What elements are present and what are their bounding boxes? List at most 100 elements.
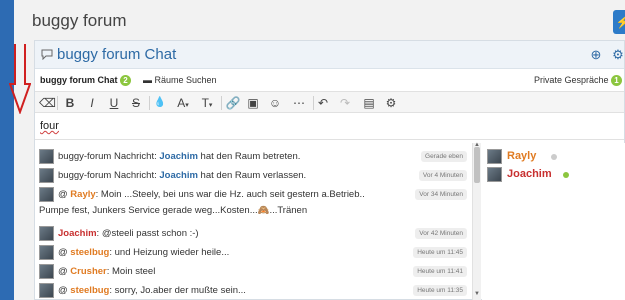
message-text: @ steelbug: sorry, Jo.aber der mußte sei… bbox=[58, 285, 246, 296]
user-name[interactable]: Rayly bbox=[507, 150, 536, 162]
message-text: @ steelbug: und Heizung wieder heile... bbox=[58, 247, 229, 258]
scroll-thumb[interactable] bbox=[474, 147, 480, 183]
lightning-button[interactable]: ⚡ bbox=[613, 10, 625, 34]
message-text: buggy-forum Nachricht: Joachim hat den R… bbox=[58, 170, 306, 181]
lightning-icon: ⚡ bbox=[615, 15, 625, 29]
link-icon[interactable]: 🔗 bbox=[225, 95, 241, 111]
message-body: hat den Raum betreten. bbox=[197, 151, 301, 162]
avatar bbox=[39, 245, 54, 260]
user-link[interactable]: Rayly bbox=[70, 189, 95, 200]
message-body: : Moin steel bbox=[106, 266, 156, 277]
message-prefix: @ bbox=[58, 247, 71, 258]
message-prefix: buggy-forum Nachricht: bbox=[58, 151, 160, 162]
room-user-count-badge: 2 bbox=[120, 75, 132, 87]
image-icon[interactable]: ▣ bbox=[245, 95, 261, 111]
tab-private-chats-label: Private Gespräche bbox=[533, 75, 609, 85]
more-options-icon[interactable]: ⋯ bbox=[289, 95, 309, 111]
message-prefix: @ bbox=[58, 266, 71, 277]
avatar bbox=[39, 226, 54, 241]
message-body-line2: Pumpe fest, Junkers Service gerade weg..… bbox=[39, 205, 308, 216]
tab-current-room-label: buggy forum Chat bbox=[40, 75, 118, 85]
editor-toolbar: ⌫ B I U S 💧 A▾ T▾ 🔗 ▣ ☺ ⋯ ↶ ↷ ▤ ⚙ bbox=[35, 91, 624, 113]
redo-button[interactable]: ↷ bbox=[337, 95, 353, 111]
toolbar-divider bbox=[221, 96, 222, 110]
timestamp: Vor 42 Minuten bbox=[415, 228, 467, 239]
message-text: @ Rayly: Moin ...Steely, bei uns war die… bbox=[58, 189, 365, 200]
avatar bbox=[39, 149, 54, 164]
timestamp: Heute um 11:41 bbox=[413, 266, 467, 277]
status-dot-icon bbox=[551, 154, 557, 160]
gear-icon[interactable]: ⚙ bbox=[383, 95, 399, 111]
message-body: : @steeli passt schon :-) bbox=[96, 228, 199, 239]
tab-search-rooms-label: Räume Suchen bbox=[154, 75, 217, 85]
scroll-down-icon[interactable]: ▼ bbox=[474, 291, 480, 297]
underline-button[interactable]: U bbox=[107, 95, 121, 111]
avatar bbox=[487, 149, 502, 164]
tab-current-room[interactable]: buggy forum Chat 2 bbox=[40, 75, 132, 87]
help-icon[interactable]: ⊕ bbox=[588, 47, 604, 63]
private-count-badge: 1 bbox=[611, 75, 622, 87]
avatar bbox=[487, 167, 502, 182]
message-body: : Moin ...Steely, bei uns war die Hz. au… bbox=[95, 189, 365, 200]
eraser-icon[interactable]: ⌫ bbox=[39, 95, 56, 111]
editor-input-text[interactable]: four bbox=[40, 120, 59, 132]
save-draft-icon[interactable]: ▤ bbox=[359, 95, 379, 111]
italic-button[interactable]: I bbox=[85, 95, 99, 111]
chat-header: buggy forum Chat ⊕ ⚙ bbox=[35, 41, 624, 69]
user-link[interactable]: Joachim bbox=[58, 228, 97, 239]
chat-title: buggy forum Chat bbox=[57, 46, 177, 63]
font-size-button[interactable]: T▾ bbox=[197, 95, 217, 111]
avatar bbox=[39, 283, 54, 298]
message-scrollbar[interactable]: ▲ ▼ bbox=[472, 142, 481, 300]
font-icon[interactable]: 💧 bbox=[153, 95, 167, 111]
message-text: buggy-forum Nachricht: Joachim hat den R… bbox=[58, 151, 300, 162]
message-text: Joachim: @steeli passt schon :-) bbox=[58, 228, 199, 239]
message-body: hat den Raum verlassen. bbox=[197, 170, 307, 181]
user-list: Rayly Joachim bbox=[482, 143, 625, 300]
user-link[interactable]: Joachim bbox=[159, 151, 198, 162]
message-text: @ Crusher: Moin steel bbox=[58, 266, 155, 277]
status-dot-icon bbox=[563, 172, 569, 178]
list-item: @ steelbug: sorry, Jo.aber der mußte sei… bbox=[39, 281, 467, 300]
avatar bbox=[39, 187, 54, 202]
toolbar-divider bbox=[57, 96, 58, 110]
message-editor[interactable]: four bbox=[35, 114, 624, 140]
tab-search-rooms[interactable]: ▬ Räume Suchen bbox=[143, 75, 217, 85]
message-body: : sorry, Jo.aber der mußte sein... bbox=[109, 285, 246, 296]
list-item: @ Rayly: Moin ...Steely, bei uns war die… bbox=[39, 185, 467, 225]
message-prefix: @ bbox=[58, 189, 71, 200]
toolbar-divider bbox=[149, 96, 150, 110]
folder-icon: ▬ bbox=[143, 75, 152, 85]
user-link[interactable]: Crusher bbox=[70, 266, 106, 277]
text-color-button[interactable]: A▾ bbox=[173, 95, 193, 111]
annotation-arrow-icon bbox=[9, 44, 31, 114]
message-prefix: buggy-forum Nachricht: bbox=[58, 170, 160, 181]
avatar bbox=[39, 168, 54, 183]
chat-panel: buggy forum Chat ⊕ ⚙ buggy forum Chat 2 … bbox=[34, 40, 625, 300]
strike-button[interactable]: S bbox=[129, 95, 143, 111]
message-prefix: @ bbox=[58, 285, 71, 296]
toolbar-divider bbox=[313, 96, 314, 110]
page-title: buggy forum bbox=[32, 11, 127, 30]
timestamp: Heute um 11:35 bbox=[413, 285, 467, 296]
smiley-icon[interactable]: ☺ bbox=[267, 95, 283, 111]
chevron-down-icon: ▾ bbox=[208, 102, 213, 109]
settings-icon[interactable]: ⚙ bbox=[610, 47, 625, 63]
message-list: buggy-forum Nachricht: Joachim hat den R… bbox=[35, 143, 471, 300]
message-body: : und Heizung wieder heile... bbox=[109, 247, 230, 258]
chat-tabs: buggy forum Chat 2 ▬ Räume Suchen Privat… bbox=[35, 71, 624, 89]
avatar bbox=[39, 264, 54, 279]
user-link[interactable]: Joachim bbox=[159, 170, 198, 181]
timestamp: Vor 34 Minuten bbox=[415, 189, 467, 200]
user-link[interactable]: steelbug bbox=[70, 247, 109, 258]
user-name[interactable]: Joachim bbox=[507, 168, 552, 180]
undo-button[interactable]: ↶ bbox=[315, 95, 331, 111]
tab-private-chats[interactable]: Private Gespräche 1 bbox=[533, 75, 622, 87]
timestamp: Gerade eben bbox=[421, 151, 467, 162]
user-link[interactable]: steelbug bbox=[70, 285, 109, 296]
bold-button[interactable]: B bbox=[63, 95, 77, 111]
font-size-label: T bbox=[201, 96, 209, 110]
timestamp: Heute um 11:45 bbox=[413, 247, 467, 258]
timestamp: Vor 4 Minuten bbox=[418, 170, 467, 181]
chat-bubble-icon bbox=[41, 49, 53, 60]
